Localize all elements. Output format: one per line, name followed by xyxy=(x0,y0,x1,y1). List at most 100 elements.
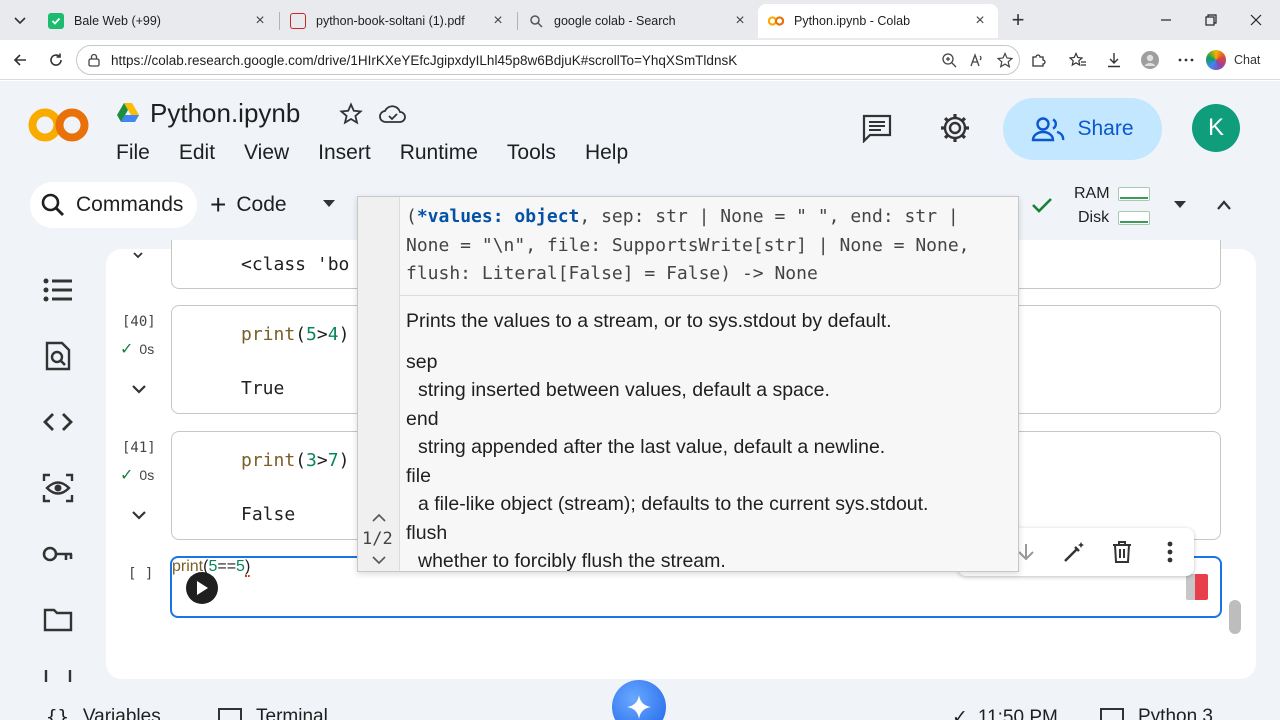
toggle-output-button[interactable] xyxy=(128,504,150,526)
google-drive-icon[interactable] xyxy=(116,102,140,124)
notebook-scrollbar[interactable] xyxy=(1229,600,1241,634)
doc-param-desc: string inserted between values, default … xyxy=(418,379,830,401)
new-tab-button[interactable]: + xyxy=(1006,7,1030,32)
extensions-button[interactable] xyxy=(1026,48,1050,72)
cell-more-options-button[interactable] xyxy=(1156,538,1184,566)
browser-address-bar: https://colab.research.google.com/drive/… xyxy=(0,40,1280,80)
tab-bale-web[interactable]: Bale Web (+99) × xyxy=(38,4,278,38)
delete-cell-button[interactable] xyxy=(1108,538,1136,566)
minimize-window-button[interactable] xyxy=(1152,8,1180,32)
chevron-down-icon xyxy=(372,556,386,564)
active-parameter: *values: object xyxy=(416,206,580,227)
run-cell-button[interactable] xyxy=(186,572,218,604)
star-notebook-button[interactable] xyxy=(336,99,366,129)
menu-edit[interactable]: Edit xyxy=(179,141,215,169)
chevron-down-icon[interactable] xyxy=(132,252,144,260)
play-icon xyxy=(197,581,208,595)
toggle-output-button[interactable] xyxy=(128,378,150,400)
collapse-header-button[interactable] xyxy=(1212,195,1236,215)
last-run-status[interactable]: ✓ 11:50 PM xyxy=(952,706,1058,720)
terminal-button[interactable]: Terminal xyxy=(218,706,328,720)
previous-signature-button[interactable] xyxy=(370,511,388,525)
read-aloud-icon[interactable] xyxy=(963,46,991,74)
cell-code[interactable]: print(5>4) xyxy=(241,324,349,345)
signature-help-tooltip: (*values: object, sep: str | None = " ",… xyxy=(357,196,1019,572)
secrets-visibility-button[interactable] xyxy=(42,472,74,504)
share-button[interactable]: Share xyxy=(1003,98,1162,160)
browser-menu-button[interactable] xyxy=(1174,48,1198,72)
runtime-label: Python 3 xyxy=(1138,706,1213,720)
runtime-type-button[interactable]: Python 3 xyxy=(1100,706,1213,720)
tab-python-book-pdf[interactable]: python-book-soltani (1).pdf × xyxy=(280,4,516,38)
tab-google-colab-search[interactable]: google colab - Search × xyxy=(518,4,758,38)
signature-line: flush: Literal[False] = False) -> None xyxy=(406,263,818,284)
favorites-button[interactable] xyxy=(1066,48,1090,72)
menu-file[interactable]: File xyxy=(116,141,150,169)
check-icon: ✓ xyxy=(120,467,134,484)
menu-tools[interactable]: Tools xyxy=(507,141,556,169)
caret-down-icon xyxy=(1174,201,1186,208)
variables-button[interactable]: {} Variables xyxy=(46,706,161,720)
bale-icon xyxy=(48,13,64,29)
table-of-contents-button[interactable] xyxy=(42,274,74,306)
restore-icon xyxy=(1205,14,1217,26)
save-status-button[interactable] xyxy=(378,99,408,129)
disk-usage-bar[interactable] xyxy=(1118,211,1150,225)
close-tab-icon[interactable]: × xyxy=(252,12,268,29)
find-replace-button[interactable] xyxy=(42,340,74,372)
next-signature-button[interactable] xyxy=(370,553,388,567)
panel-icon xyxy=(44,670,72,682)
execution-status: ✓ 0s xyxy=(120,339,154,359)
tab-list-dropdown-button[interactable] xyxy=(6,6,34,34)
account-avatar[interactable]: K xyxy=(1192,104,1240,152)
close-tab-icon[interactable]: × xyxy=(732,12,748,29)
chat-label: Chat xyxy=(1234,53,1261,67)
execution-time: 0s xyxy=(139,341,155,357)
edit-cell-button[interactable] xyxy=(1060,538,1088,566)
comments-button[interactable] xyxy=(860,111,894,145)
execution-time: 0s xyxy=(139,467,155,483)
ram-usage-bar[interactable] xyxy=(1118,187,1150,201)
toc-icon xyxy=(43,278,72,302)
menu-insert[interactable]: Insert xyxy=(318,141,371,169)
add-cell-dropdown-button[interactable] xyxy=(318,193,340,215)
runtime-dropdown-button[interactable] xyxy=(1170,195,1190,215)
reload-button[interactable] xyxy=(44,48,68,72)
chevron-down-icon xyxy=(14,17,26,25)
back-button[interactable] xyxy=(8,48,32,72)
copilot-chat-button[interactable]: Chat xyxy=(1206,48,1260,72)
files-button[interactable] xyxy=(42,604,74,636)
pdf-icon xyxy=(290,13,306,29)
close-tab-icon[interactable]: × xyxy=(490,12,506,29)
cell-output: <class 'bo xyxy=(241,254,350,275)
profile-button[interactable] xyxy=(1138,48,1162,72)
ram-label[interactable]: RAM xyxy=(1074,185,1110,203)
tab-python-ipynb-colab[interactable]: Python.ipynb - Colab × xyxy=(758,4,998,38)
address-field[interactable]: https://colab.research.google.com/drive/… xyxy=(76,45,1020,75)
secrets-button[interactable] xyxy=(42,538,74,570)
commands-button[interactable]: Commands xyxy=(30,182,198,228)
site-info-icon[interactable] xyxy=(87,53,101,67)
close-tab-icon[interactable]: × xyxy=(972,12,988,29)
disk-label[interactable]: Disk xyxy=(1078,209,1109,227)
chevron-down-icon xyxy=(132,384,146,394)
add-code-cell-button[interactable]: + Code xyxy=(210,182,287,228)
tab-title: Bale Web (+99) xyxy=(74,14,161,28)
colab-icon xyxy=(768,13,784,29)
settings-button[interactable] xyxy=(938,111,972,145)
menu-view[interactable]: View xyxy=(244,141,289,169)
zoom-icon[interactable] xyxy=(935,46,963,74)
terminal-panel-button[interactable] xyxy=(42,670,74,682)
restore-window-button[interactable] xyxy=(1197,8,1225,32)
menu-help[interactable]: Help xyxy=(585,141,628,169)
function-signature: (*values: object, sep: str | None = " ",… xyxy=(406,203,1014,289)
code-snippets-button[interactable] xyxy=(42,406,74,438)
close-window-button[interactable] xyxy=(1242,8,1270,32)
download-icon xyxy=(1108,53,1120,68)
menu-runtime[interactable]: Runtime xyxy=(400,141,478,169)
favorite-star-icon[interactable] xyxy=(991,46,1019,74)
cell-code[interactable]: print(3>7) xyxy=(241,450,349,471)
colab-logo[interactable] xyxy=(28,105,90,145)
downloads-button[interactable] xyxy=(1102,48,1126,72)
notebook-title[interactable]: Python.ipynb xyxy=(150,98,300,129)
